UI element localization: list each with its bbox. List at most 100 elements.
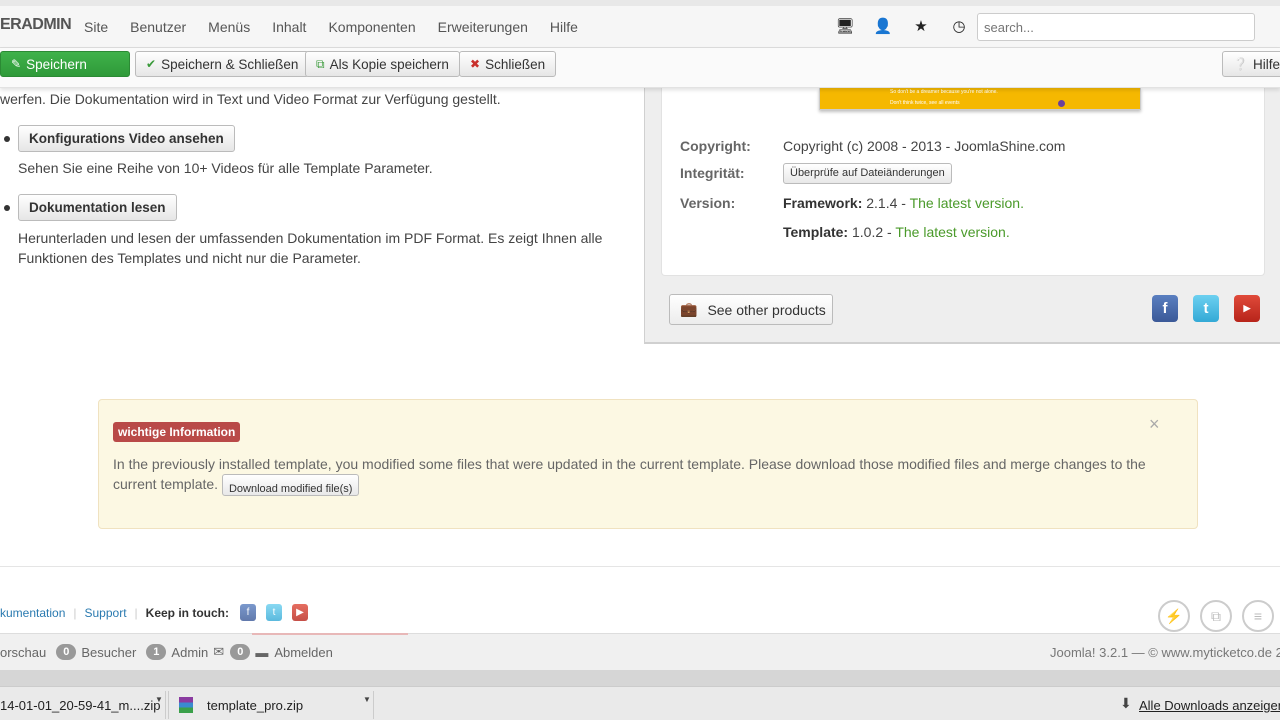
search-input[interactable] bbox=[977, 13, 1255, 41]
important-info-alert: wichtige Information × In the previously… bbox=[98, 399, 1198, 529]
docs-description: Herunterladen und lesen der umfassenden … bbox=[18, 230, 603, 266]
template-version: Template: 1.0.2 - The latest version. bbox=[783, 224, 1010, 240]
see-other-products-button[interactable]: 💼 See other products bbox=[669, 294, 833, 325]
copyright-label: Copyright: bbox=[680, 138, 751, 154]
question-icon: ❔ bbox=[1233, 57, 1248, 71]
separator: | bbox=[134, 605, 138, 620]
joomla-version: Joomla! 3.2.1 — © www.myticketco.de 20 bbox=[1050, 645, 1280, 660]
logout-link[interactable]: Abmelden bbox=[274, 645, 333, 660]
footer-links: kumentation | Support | Keep in touch: f… bbox=[0, 604, 313, 621]
youtube-icon[interactable]: ▶ bbox=[1234, 295, 1260, 322]
copy-icon: ⧉ bbox=[316, 56, 325, 71]
monitor-icon[interactable]: 🖥 bbox=[826, 17, 864, 35]
download-item[interactable]: template_pro.zip bbox=[168, 691, 374, 719]
menu-item-extensions[interactable]: Erweiterungen bbox=[438, 19, 528, 35]
footer-facebook-icon[interactable]: f bbox=[240, 604, 256, 621]
clock-icon[interactable]: ◷ bbox=[940, 17, 978, 35]
alert-label: wichtige Information bbox=[113, 422, 241, 442]
browser-download-bar: 14-01-01_20-59-41_m....zip ▼ template_pr… bbox=[0, 686, 1280, 720]
archive-file-icon bbox=[179, 697, 193, 713]
menu-item-help[interactable]: Hilfe bbox=[550, 19, 578, 35]
show-all-downloads-link[interactable]: Alle Downloads anzeigen... bbox=[1139, 698, 1280, 713]
integrity-label: Integrität: bbox=[680, 165, 745, 181]
squares-logo-icon: ⧉ bbox=[1200, 600, 1232, 632]
admin-status-bar: orschau 0 Besucher 1 Admin ✉ 0 ▬ Abmelde… bbox=[0, 633, 1280, 687]
twitter-icon[interactable]: t bbox=[1193, 295, 1219, 322]
copyright-value: Copyright (c) 2008 - 2013 - JoomlaShine.… bbox=[783, 138, 1066, 154]
framework-number: 2.1.4 - bbox=[866, 195, 906, 211]
star-icon[interactable]: ★ bbox=[902, 17, 940, 35]
user-icon[interactable]: 👤 bbox=[864, 17, 902, 35]
template-info-box: So don't be a dreamer because you're not… bbox=[661, 88, 1265, 276]
preview-link[interactable]: orschau bbox=[0, 645, 46, 660]
footer-twitter-icon[interactable]: t bbox=[266, 604, 282, 621]
chevron-down-icon[interactable]: ▼ bbox=[363, 695, 371, 704]
menu-item-menus[interactable]: Menüs bbox=[208, 19, 250, 35]
nav-icon-group: 🖥 👤 ★ ◷ bbox=[826, 17, 978, 35]
config-video-button[interactable]: Konfigurations Video ansehen bbox=[18, 125, 235, 152]
admin-badge: 1 bbox=[146, 644, 167, 660]
template-label: Template: bbox=[783, 224, 849, 240]
main-menu: Site Benutzer Menüs Inhalt Komponenten E… bbox=[84, 19, 600, 35]
bullet-dot bbox=[4, 205, 10, 211]
visitors-badge: 0 bbox=[56, 644, 77, 660]
horizontal-scrollbar[interactable] bbox=[0, 670, 1280, 687]
menu-item-users[interactable]: Benutzer bbox=[130, 19, 186, 35]
bullet-dot bbox=[4, 136, 10, 142]
alert-close-icon[interactable]: × bbox=[1149, 414, 1160, 435]
status-left: orschau 0 Besucher 1 Admin ✉ 0 ▬ Abmelde… bbox=[0, 644, 333, 660]
check-file-changes-button[interactable]: Überprüfe auf Dateiänderungen bbox=[783, 163, 952, 184]
facebook-icon[interactable]: f bbox=[1152, 295, 1178, 322]
menu-item-site[interactable]: Site bbox=[84, 19, 108, 35]
download-item[interactable]: 14-01-01_20-59-41_m....zip bbox=[0, 691, 166, 719]
save-close-label: Speichern & Schließen bbox=[161, 56, 299, 72]
help-button[interactable]: ❔ Hilfe bbox=[1222, 51, 1280, 77]
documentation-link[interactable]: kumentation bbox=[0, 606, 65, 620]
download-filename: template_pro.zip bbox=[207, 697, 304, 713]
version-label: Version: bbox=[680, 195, 736, 211]
help-label: Hilfe bbox=[1252, 56, 1280, 72]
separator: | bbox=[73, 605, 77, 620]
template-status: The latest version. bbox=[895, 224, 1010, 240]
intro-text: werfen. Die Dokumentation wird in Text u… bbox=[0, 91, 501, 107]
footer-logo-group: ⚡ ⧉ ≡ bbox=[1158, 600, 1274, 632]
admin-label: Admin bbox=[171, 644, 209, 660]
save-button[interactable]: ✎ Speichern bbox=[0, 51, 130, 77]
read-docs-button[interactable]: Dokumentation lesen bbox=[18, 194, 177, 221]
support-link[interactable]: Support bbox=[85, 606, 127, 620]
edit-icon: ✎ bbox=[11, 57, 22, 71]
save-copy-button[interactable]: ⧉ Als Kopie speichern bbox=[305, 51, 460, 77]
mail-badge: 0 bbox=[230, 644, 251, 660]
framework-label: Framework: bbox=[783, 195, 863, 211]
menu-item-components[interactable]: Komponenten bbox=[328, 19, 415, 35]
preview-dot-icon bbox=[1058, 100, 1065, 107]
template-info-panel: So don't be a dreamer because you're not… bbox=[644, 88, 1280, 344]
close-button[interactable]: ✖ Schließen bbox=[459, 51, 557, 77]
mail-icon: ✉ bbox=[213, 644, 225, 659]
stack-logo-icon: ≡ bbox=[1242, 600, 1274, 632]
footer-youtube-icon[interactable]: ▶ bbox=[292, 604, 308, 621]
download-modified-files-button[interactable]: Download modified file(s) bbox=[221, 474, 360, 497]
save-copy-label: Als Kopie speichern bbox=[329, 56, 449, 72]
progress-line bbox=[252, 633, 408, 635]
check-icon: ✔ bbox=[146, 57, 157, 71]
framework-version: Framework: 2.1.4 - The latest version. bbox=[783, 195, 1024, 211]
visitors-label: Besucher bbox=[81, 644, 137, 660]
chevron-down-icon[interactable]: ▼ bbox=[155, 695, 163, 704]
download-arrow-icon: ⬇ bbox=[1120, 695, 1132, 711]
minus-icon: ▬ bbox=[255, 644, 269, 660]
footer-divider bbox=[0, 566, 1280, 567]
keep-in-touch-label: Keep in touch: bbox=[145, 605, 229, 620]
close-label: Schließen bbox=[485, 56, 546, 72]
download-filename: 14-01-01_20-59-41_m....zip bbox=[0, 697, 161, 713]
close-circle-icon: ✖ bbox=[470, 57, 481, 71]
video-description: Sehen Sie eine Reihe von 10+ Videos für … bbox=[18, 160, 433, 176]
preview-caption-2: Don't think twice, see all events bbox=[890, 100, 960, 106]
brand-logo[interactable]: ERADMIN bbox=[0, 16, 72, 34]
menu-item-content[interactable]: Inhalt bbox=[272, 19, 306, 35]
briefcase-icon: 💼 bbox=[680, 301, 698, 317]
framework-status: The latest version. bbox=[909, 195, 1024, 211]
save-close-button[interactable]: ✔ Speichern & Schließen bbox=[135, 51, 310, 77]
alert-message: In the previously installed template, yo… bbox=[113, 454, 1153, 497]
preview-caption: So don't be a dreamer because you're not… bbox=[890, 89, 998, 95]
